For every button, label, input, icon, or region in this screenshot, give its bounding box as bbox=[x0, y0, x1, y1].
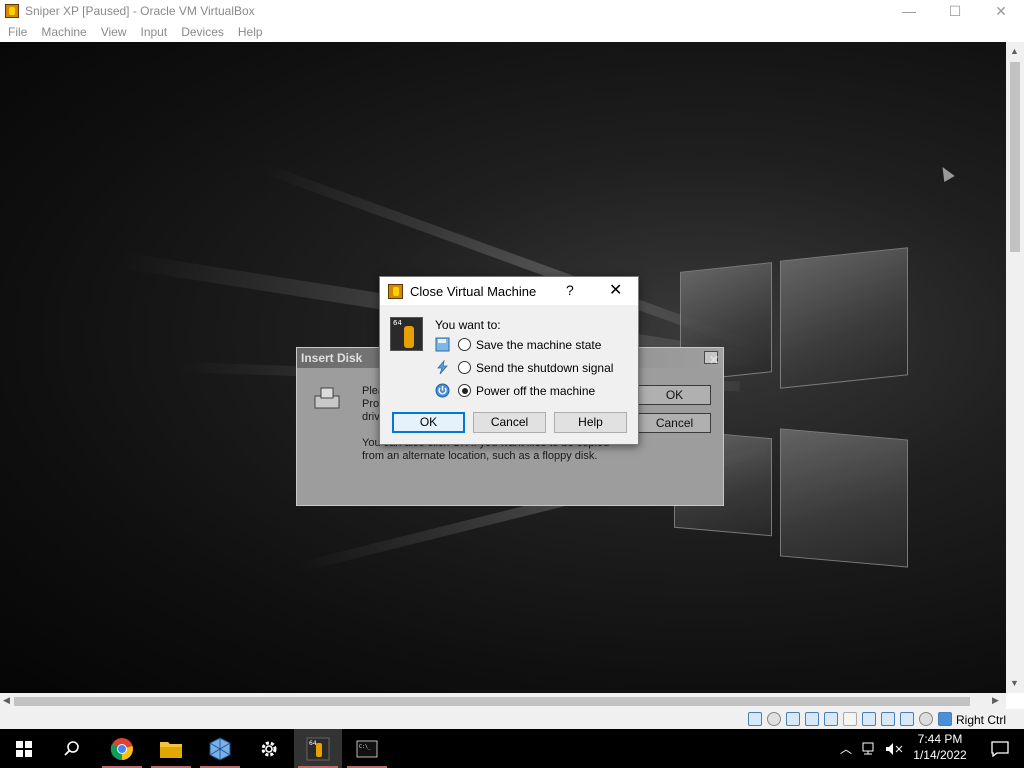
save-state-label[interactable]: Save the machine state bbox=[476, 338, 601, 352]
windows-start-icon bbox=[16, 740, 32, 757]
menu-devices[interactable]: Devices bbox=[175, 25, 230, 39]
optical-drive-icon[interactable] bbox=[767, 712, 781, 726]
usb-icon[interactable] bbox=[824, 712, 838, 726]
cancel-button[interactable]: Cancel bbox=[473, 412, 546, 433]
menu-help[interactable]: Help bbox=[232, 25, 269, 39]
svg-text:C:\_: C:\_ bbox=[359, 744, 372, 750]
shared-folders-icon[interactable] bbox=[843, 712, 857, 726]
horizontal-scroll-thumb[interactable] bbox=[14, 697, 970, 706]
virtualbox-app-icon bbox=[388, 284, 403, 299]
volume-tray-button[interactable] bbox=[882, 729, 906, 768]
volume-muted-icon bbox=[886, 742, 903, 755]
save-state-icon bbox=[435, 337, 450, 352]
acpi-shutdown-icon bbox=[437, 360, 448, 375]
shutdown-signal-radio[interactable] bbox=[458, 361, 471, 374]
vm-os-icon bbox=[390, 317, 423, 351]
wallpaper-logo-pane bbox=[780, 428, 908, 568]
vertical-scroll-thumb[interactable] bbox=[1010, 62, 1020, 252]
maximize-button[interactable]: ☐ bbox=[932, 0, 978, 22]
scroll-down-icon[interactable]: ▼ bbox=[1010, 678, 1019, 688]
context-help-button[interactable]: ? bbox=[566, 282, 574, 298]
mouse-integration-icon[interactable] bbox=[919, 712, 933, 726]
file-explorer-app[interactable] bbox=[147, 729, 195, 768]
virtualbox-window: Sniper XP [Paused] - Oracle VM VirtualBo… bbox=[0, 0, 1024, 729]
search-icon bbox=[64, 740, 79, 756]
power-off-icon bbox=[435, 383, 450, 398]
close-dialog-button[interactable]: ✕ bbox=[609, 280, 622, 300]
disk-drive-icon bbox=[314, 387, 340, 409]
virtualbox-app-icon bbox=[5, 4, 19, 18]
search-button[interactable] bbox=[48, 729, 96, 768]
gear-icon bbox=[261, 741, 277, 756]
virtualbox-icon bbox=[209, 736, 231, 761]
chrome-app[interactable] bbox=[98, 729, 146, 768]
menu-view[interactable]: View bbox=[95, 25, 133, 39]
power-off-label[interactable]: Power off the machine bbox=[476, 384, 595, 398]
video-capture-icon[interactable] bbox=[881, 712, 895, 726]
show-hidden-icons-button[interactable]: ︿ bbox=[836, 729, 856, 768]
save-state-radio[interactable] bbox=[458, 338, 471, 351]
scroll-right-icon[interactable]: ▶ bbox=[992, 695, 999, 706]
terminal-icon: C:\_ bbox=[356, 740, 378, 757]
close-window-button[interactable]: ✕ bbox=[978, 0, 1024, 22]
insert-disk-title: Insert Disk bbox=[301, 351, 363, 365]
chrome-icon bbox=[110, 737, 133, 760]
taskbar: 64 C:\_ ︿ 7:44 PM 1/14/2022 bbox=[0, 729, 1024, 768]
clock-date: 1/14/2022 bbox=[913, 748, 967, 762]
menu-file[interactable]: File bbox=[2, 25, 33, 39]
network-tray-button[interactable] bbox=[858, 729, 882, 768]
insert-disk-text-line: driv bbox=[362, 411, 380, 423]
close-vm-dialog: Close Virtual Machine ? ✕ You want to: S… bbox=[379, 276, 639, 445]
insert-disk-text-line: from an alternate location, such as a fl… bbox=[362, 450, 598, 462]
close-icon: ✕ bbox=[709, 353, 720, 367]
clock-time: 7:44 PM bbox=[917, 732, 963, 746]
display-icon[interactable] bbox=[862, 712, 876, 726]
host-key-label: Right Ctrl bbox=[956, 713, 1007, 727]
hard-disk-icon[interactable] bbox=[748, 712, 762, 726]
close-icon: ✕ bbox=[995, 2, 1007, 19]
mouse-pointer-icon bbox=[937, 163, 955, 183]
settings-app[interactable] bbox=[245, 729, 293, 768]
virtualization-icon[interactable] bbox=[900, 712, 914, 726]
close-vm-prompt: You want to: bbox=[435, 318, 501, 332]
status-bar: Right Ctrl bbox=[0, 709, 1024, 729]
folder-icon bbox=[160, 741, 182, 758]
chevron-up-icon: ︿ bbox=[839, 742, 852, 756]
insert-disk-ok-button[interactable]: OK bbox=[638, 385, 711, 405]
wallpaper-logo-pane bbox=[780, 247, 908, 389]
scroll-left-icon[interactable]: ◀ bbox=[3, 695, 10, 706]
maximize-icon: ☐ bbox=[948, 2, 962, 19]
network-icon[interactable] bbox=[805, 712, 819, 726]
vertical-scrollbar[interactable]: ▲ ▼ bbox=[1006, 42, 1024, 693]
horizontal-scrollbar[interactable]: ◀ ▶ bbox=[0, 693, 1006, 709]
power-off-radio[interactable] bbox=[458, 384, 471, 397]
terminal-app[interactable]: C:\_ bbox=[343, 729, 391, 768]
clock[interactable]: 7:44 PM 1/14/2022 bbox=[912, 731, 968, 763]
menu-machine[interactable]: Machine bbox=[35, 25, 92, 39]
insert-disk-close-button[interactable]: ✕ bbox=[704, 351, 720, 367]
keyboard-capture-icon[interactable] bbox=[938, 712, 952, 726]
window-title: Sniper XP [Paused] - Oracle VM VirtualBo… bbox=[25, 4, 255, 18]
minimize-button[interactable]: — bbox=[886, 0, 932, 22]
virtualbox-manager-app[interactable] bbox=[196, 729, 244, 768]
audio-icon[interactable] bbox=[786, 712, 800, 726]
insert-disk-cancel-button[interactable]: Cancel bbox=[638, 413, 711, 433]
help-button[interactable]: Help bbox=[554, 412, 627, 433]
ok-button[interactable]: OK bbox=[392, 412, 465, 433]
menu-bar: File Machine View Input Devices Help bbox=[0, 22, 1024, 42]
notification-icon bbox=[991, 740, 1009, 757]
menu-input[interactable]: Input bbox=[135, 25, 174, 39]
vm-os-icon: 64 bbox=[306, 737, 330, 760]
svg-text:64: 64 bbox=[309, 740, 317, 747]
scroll-up-icon[interactable]: ▲ bbox=[1010, 46, 1019, 56]
start-button[interactable] bbox=[0, 729, 48, 768]
action-center-button[interactable] bbox=[976, 729, 1024, 768]
title-bar: Sniper XP [Paused] - Oracle VM VirtualBo… bbox=[0, 0, 1024, 22]
close-vm-titlebar: Close Virtual Machine ? ✕ bbox=[380, 277, 638, 305]
close-vm-title: Close Virtual Machine bbox=[410, 284, 537, 299]
sniper-xp-vm-app[interactable]: 64 bbox=[294, 729, 342, 768]
minimize-icon: — bbox=[902, 3, 916, 19]
shutdown-signal-label[interactable]: Send the shutdown signal bbox=[476, 361, 613, 375]
network-icon bbox=[862, 742, 874, 754]
